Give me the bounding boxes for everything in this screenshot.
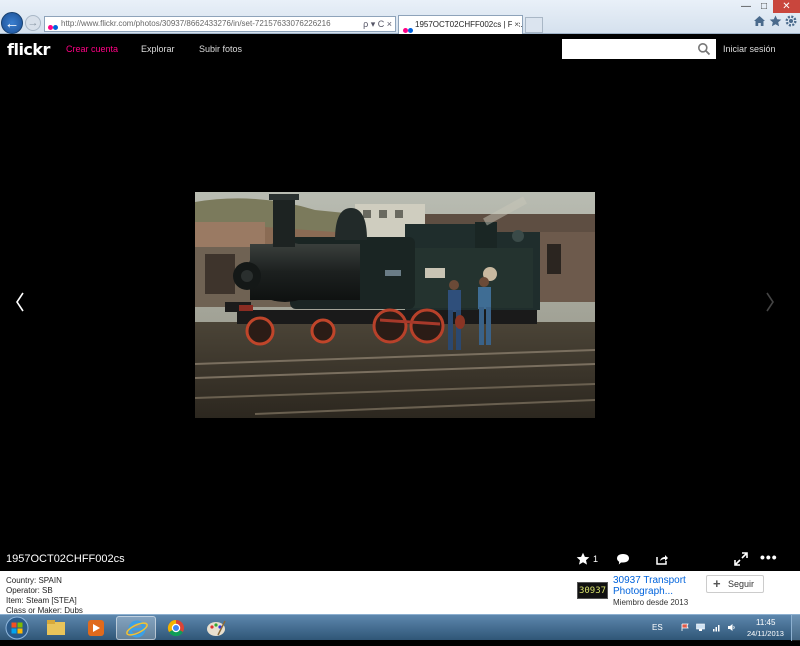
close-window-button[interactable]: ✕ — [773, 0, 800, 13]
home-icon[interactable] — [752, 15, 766, 29]
favorites-count: 1 — [593, 554, 599, 564]
sign-in-link[interactable]: Iniciar sesión — [723, 44, 776, 54]
nav-upload-photos[interactable]: Subir fotos — [199, 44, 242, 54]
folder-icon — [47, 620, 65, 635]
keyboard-language[interactable]: ES — [652, 623, 663, 632]
chrome-icon — [167, 619, 184, 637]
next-photo-arrow[interactable] — [762, 289, 778, 315]
tray-network-icon[interactable] — [696, 623, 705, 632]
description-line: Item: Steam [STEA] — [6, 596, 77, 605]
share-icon[interactable] — [655, 552, 669, 566]
maximize-button[interactable]: □ — [755, 0, 773, 13]
follow-label: Seguir — [727, 579, 754, 589]
address-url: http://www.flickr.com/photos/30937/86624… — [61, 19, 331, 28]
description-line: Class or Maker: Dubs — [6, 606, 83, 614]
tray-wifi-icon[interactable] — [712, 623, 721, 632]
minimize-button[interactable]: — — [737, 0, 755, 13]
clock-date[interactable]: 24/11/2013 — [747, 629, 784, 638]
taskbar-internet-explorer[interactable] — [116, 616, 156, 640]
flickr-logo[interactable]: flickr — [7, 40, 50, 59]
browser-tab-active[interactable]: 1957OCT02CHFF002cs | Flic... × — [398, 15, 523, 34]
search-input[interactable] — [562, 39, 716, 59]
photo-action-bar: 1957OCT02CHFF002cs 1 ••• — [0, 548, 800, 571]
internet-explorer-icon — [126, 620, 148, 638]
clock-time[interactable]: 11:45 — [756, 618, 775, 627]
photo-stage — [0, 64, 800, 554]
address-bar-icons[interactable]: ρ ▾ C × — [360, 17, 392, 31]
main-photo[interactable] — [195, 192, 595, 418]
more-icon[interactable]: ••• — [760, 549, 778, 565]
follow-button[interactable]: + Seguir — [706, 575, 764, 593]
site-favicon — [48, 21, 58, 31]
photo-description: Country: SPAIN Operator: SB Item: Steam … — [6, 576, 83, 614]
plus-icon: + — [713, 576, 721, 591]
photo-info-panel: Country: SPAIN Operator: SB Item: Steam … — [0, 571, 800, 614]
expand-icon[interactable] — [734, 552, 748, 566]
forward-icon: → — [27, 17, 39, 29]
tab-title: 1957OCT02CHFF002cs | Flic... — [415, 20, 523, 29]
taskbar-chrome[interactable] — [156, 616, 196, 640]
description-line: Country: SPAIN — [6, 576, 62, 585]
show-desktop-button[interactable] — [791, 615, 800, 641]
gear-icon[interactable] — [784, 15, 798, 29]
address-bar[interactable]: http://www.flickr.com/photos/30937/86624… — [44, 16, 396, 32]
taskbar-paint[interactable] — [196, 616, 236, 640]
back-button[interactable]: ← — [1, 12, 23, 34]
tab-close-button[interactable]: × — [512, 16, 519, 34]
media-player-icon — [88, 620, 104, 636]
windows-logo-icon[interactable] — [3, 615, 31, 641]
nav-create-account[interactable]: Crear cuenta — [66, 44, 118, 54]
tray-volume-icon[interactable] — [727, 623, 736, 632]
owner-name-link[interactable]: 30937 Transport Photograph... — [613, 575, 703, 597]
previous-photo-arrow[interactable] — [12, 289, 28, 315]
avatar[interactable]: 30937 — [577, 582, 608, 599]
star-icon[interactable] — [576, 552, 590, 566]
description-line: Operator: SB — [6, 586, 53, 595]
search-icon[interactable] — [697, 42, 711, 56]
comment-icon[interactable] — [616, 552, 630, 566]
taskbar: ES 11:45 24/11/2013 — [0, 614, 800, 641]
browser-chrome: — □ ✕ ← → http://www.flickr.com/photos/3… — [0, 0, 800, 34]
member-since: Miembro desde 2013 — [613, 598, 689, 607]
tab-favicon — [403, 22, 413, 34]
taskbar-explorer[interactable] — [36, 616, 76, 640]
paint-icon — [207, 620, 226, 636]
photo-title: 1957OCT02CHFF002cs — [6, 553, 125, 565]
back-icon: ← — [4, 15, 20, 32]
taskbar-media-player[interactable] — [76, 616, 116, 640]
site-header: flickr Crear cuenta Explorar Subir fotos… — [0, 34, 800, 64]
tray-flag-icon[interactable] — [681, 623, 690, 632]
new-tab-button[interactable] — [525, 17, 543, 33]
nav-explore[interactable]: Explorar — [141, 44, 175, 54]
favorites-icon[interactable] — [768, 15, 782, 29]
forward-button[interactable]: → — [25, 15, 41, 31]
